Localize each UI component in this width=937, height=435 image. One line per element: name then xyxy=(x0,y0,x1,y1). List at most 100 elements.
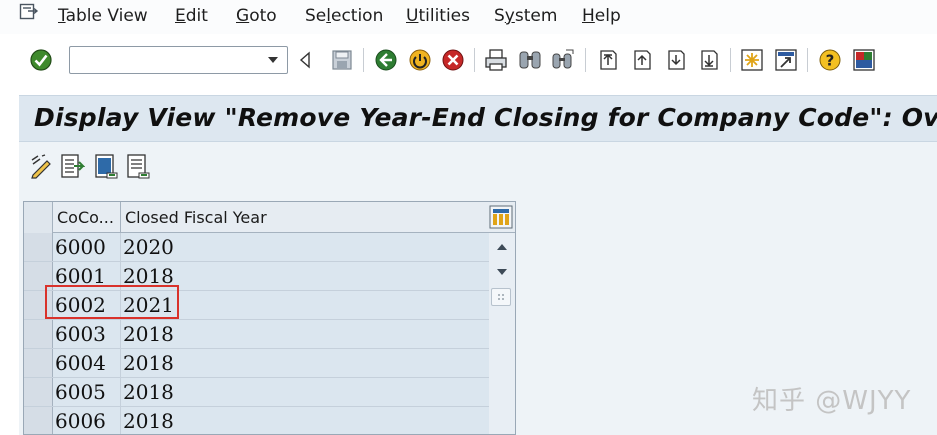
closed-fiscal-year-cell[interactable]: 2018 xyxy=(121,378,489,406)
select-all-button[interactable] xyxy=(93,153,119,179)
print-button[interactable] xyxy=(484,48,508,72)
last-page-button[interactable] xyxy=(697,48,721,72)
table-row: 6004 2018 xyxy=(24,349,489,378)
find-next-icon xyxy=(552,49,574,69)
command-input[interactable] xyxy=(72,49,262,71)
scroll-up-icon xyxy=(497,244,507,250)
svg-text:?: ? xyxy=(826,52,835,70)
menu-goto[interactable]: Goto xyxy=(236,6,277,26)
scroll-thumb[interactable] xyxy=(491,288,511,306)
deselect-all-icon xyxy=(127,154,150,179)
table-row: 6001 2018 xyxy=(24,262,489,291)
select-all-column-header[interactable] xyxy=(24,202,53,233)
table-settings-icon[interactable] xyxy=(489,205,513,229)
menu-bar: Table View Edit Goto Selection Utilities… xyxy=(0,0,937,34)
cancel-button[interactable] xyxy=(441,48,465,72)
row-selector[interactable] xyxy=(24,262,53,290)
menu-table-view[interactable]: Table View xyxy=(58,6,148,26)
title-bar: Display View "Remove Year-End Closing fo… xyxy=(19,95,937,142)
details-icon xyxy=(61,154,85,178)
closed-fiscal-year-cell[interactable]: 2018 xyxy=(121,349,489,377)
command-dropdown-icon xyxy=(268,57,278,63)
exit-button[interactable] xyxy=(408,48,432,72)
print-icon xyxy=(485,49,507,71)
company-code-cell[interactable]: 6000 xyxy=(53,233,121,261)
menu-help[interactable]: Help xyxy=(582,6,621,26)
system-menu-icon[interactable] xyxy=(19,3,39,21)
row-selector[interactable] xyxy=(24,378,53,406)
table-row: 6006 2018 xyxy=(24,407,489,434)
select-all-icon xyxy=(95,154,118,179)
next-page-button[interactable] xyxy=(664,48,688,72)
row-selector[interactable] xyxy=(24,320,53,348)
exit-icon xyxy=(409,49,431,71)
table-row: 6005 2018 xyxy=(24,378,489,407)
company-code-cell[interactable]: 6001 xyxy=(53,262,121,290)
find-icon xyxy=(519,51,541,69)
help-button[interactable]: ? xyxy=(818,48,842,72)
row-selector[interactable] xyxy=(24,233,53,261)
previous-page-icon xyxy=(634,50,651,70)
next-page-icon xyxy=(668,50,685,70)
back-icon xyxy=(375,49,397,71)
company-code-cell[interactable]: 6006 xyxy=(53,407,121,434)
command-field[interactable] xyxy=(69,46,288,74)
first-page-icon xyxy=(600,50,617,70)
display-change-icon xyxy=(31,154,51,179)
find-next-button[interactable] xyxy=(551,48,575,72)
company-code-cell[interactable]: 6004 xyxy=(53,349,121,377)
closed-fiscal-year-cell[interactable]: 2021 xyxy=(121,291,489,319)
create-session-button[interactable] xyxy=(740,48,764,72)
vertical-scrollbar[interactable] xyxy=(489,233,515,434)
page-title: Display View "Remove Year-End Closing fo… xyxy=(34,103,937,132)
customize-layout-icon xyxy=(853,49,875,71)
shortcut-button[interactable] xyxy=(774,48,798,72)
company-code-cell[interactable]: 6002 xyxy=(53,291,121,319)
save-button[interactable] xyxy=(330,48,354,72)
menu-utilities[interactable]: Utilities xyxy=(406,6,470,26)
enter-button[interactable] xyxy=(29,48,53,72)
customize-layout-button[interactable] xyxy=(852,48,876,72)
table-control: CoCo... Closed Fiscal Year 6000 2020 600… xyxy=(23,201,516,435)
menu-selection[interactable]: Selection xyxy=(305,6,383,26)
row-selector[interactable] xyxy=(24,291,53,319)
back-button[interactable] xyxy=(374,48,398,72)
collapse-button[interactable] xyxy=(297,48,313,72)
company-code-cell[interactable]: 6003 xyxy=(53,320,121,348)
save-icon xyxy=(332,50,352,70)
table-rows: 6000 2020 6001 2018 6002 2021 6003 2018 … xyxy=(24,233,489,434)
table-header: CoCo... Closed Fiscal Year xyxy=(24,202,515,233)
menu-edit[interactable]: Edit xyxy=(175,6,208,26)
previous-page-button[interactable] xyxy=(630,48,654,72)
table-row: 6002 2021 xyxy=(24,291,489,320)
command-dropdown-button[interactable] xyxy=(261,49,285,71)
closed-fiscal-year-cell[interactable]: 2018 xyxy=(121,262,489,290)
display-change-button[interactable] xyxy=(29,153,55,179)
enter-checkmark-icon xyxy=(30,49,52,71)
first-page-button[interactable] xyxy=(596,48,620,72)
scroll-down-icon xyxy=(497,269,507,275)
company-code-cell[interactable]: 6005 xyxy=(53,378,121,406)
deselect-all-button[interactable] xyxy=(125,153,151,179)
closed-fiscal-year-cell[interactable]: 2018 xyxy=(121,407,489,434)
closed-fiscal-year-cell[interactable]: 2020 xyxy=(121,233,489,261)
find-button[interactable] xyxy=(518,48,542,72)
menu-system[interactable]: System xyxy=(494,6,557,26)
closed-fiscal-year-cell[interactable]: 2018 xyxy=(121,320,489,348)
table-row: 6003 2018 xyxy=(24,320,489,349)
row-selector[interactable] xyxy=(24,407,53,434)
details-button[interactable] xyxy=(59,153,85,179)
row-selector[interactable] xyxy=(24,349,53,377)
help-icon: ? xyxy=(819,49,841,71)
standard-toolbar: ? xyxy=(0,36,937,86)
scroll-up-button[interactable] xyxy=(493,239,511,255)
column-header-closed-fiscal-year[interactable]: Closed Fiscal Year xyxy=(121,202,489,233)
grip-icon xyxy=(498,294,504,300)
table-row: 6000 2020 xyxy=(24,233,489,262)
create-session-icon xyxy=(741,49,763,71)
shortcut-icon xyxy=(775,49,797,71)
watermark: 知乎 @WJYY xyxy=(752,386,912,416)
column-header-company-code[interactable]: CoCo... xyxy=(53,202,121,233)
scroll-down-button[interactable] xyxy=(493,264,511,280)
application-toolbar xyxy=(19,142,937,190)
